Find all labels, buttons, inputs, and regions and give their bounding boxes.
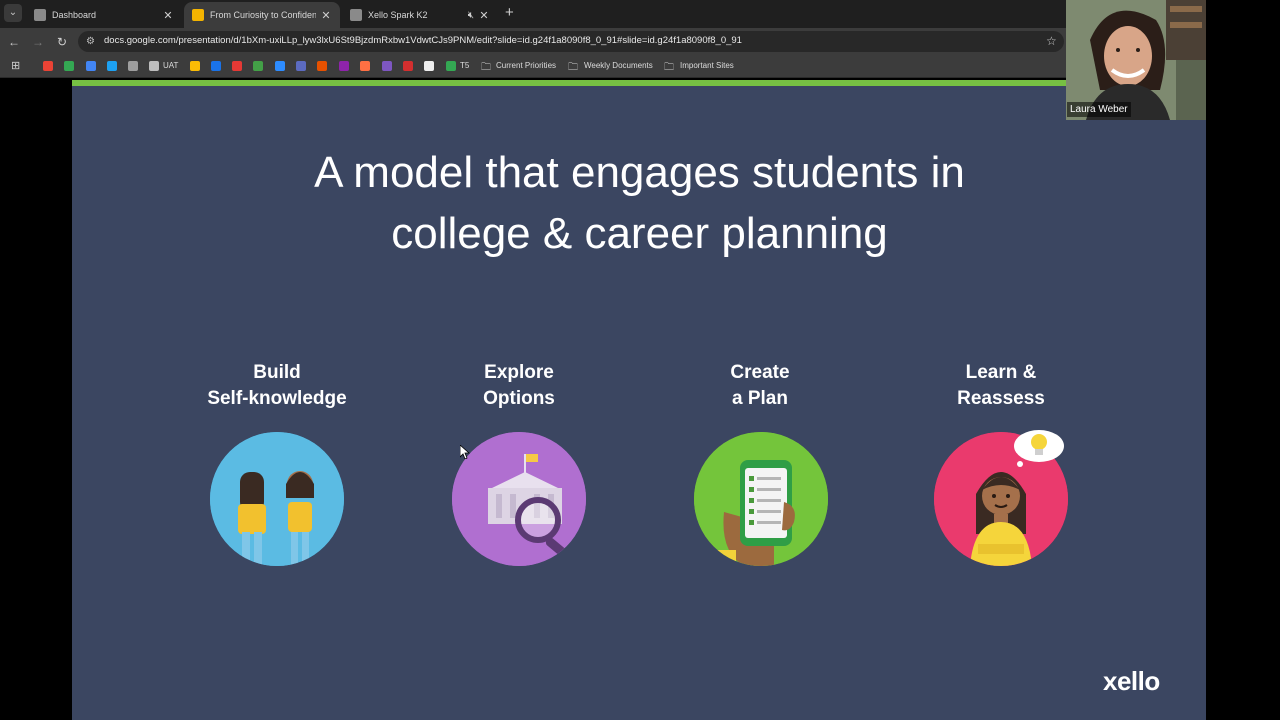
mute-tab-icon[interactable]: 🔇︎: [468, 10, 474, 21]
uat-bookmark-label[interactable]: UAT: [163, 61, 178, 70]
forward-arrow-icon[interactable]: →: [30, 34, 46, 50]
cloud-bookmark-icon[interactable]: [107, 61, 117, 71]
step-learn-and-reassess: Learn & Reassess: [881, 360, 1121, 412]
bookmark-folder-current-priorities[interactable]: Current Priorities: [496, 61, 556, 70]
close-tab-icon[interactable]: ✕: [162, 9, 174, 22]
calendar-bookmark-icon[interactable]: [86, 61, 96, 71]
white-bookmark-icon[interactable]: [424, 61, 434, 71]
t5-drive-bookmark-icon[interactable]: [446, 61, 456, 71]
uat-bookmark-icon[interactable]: [149, 61, 159, 71]
blue-bookmark-icon[interactable]: [296, 61, 306, 71]
tab-label: Xello Spark K2: [368, 10, 428, 20]
youtube-bookmark-icon[interactable]: [232, 61, 242, 71]
step-build-self-knowledge: Build Self-knowledge: [157, 360, 397, 412]
slides-favicon-icon: [192, 9, 204, 21]
tab-dashboard[interactable]: Dashboard ✕: [26, 2, 182, 28]
browser-toolbar: ← → ↻ ⚙ docs.google.com/presentation/d/1…: [0, 28, 1066, 55]
tab-xello-spark[interactable]: Xello Spark K2 🔇︎ ✕: [342, 2, 498, 28]
purple-bookmark-icon[interactable]: [339, 61, 349, 71]
folder-icon: 🗀: [481, 62, 491, 73]
close-tab-icon[interactable]: ✕: [320, 9, 332, 22]
step-label: Build Self-knowledge: [207, 362, 347, 409]
k-bookmark-icon[interactable]: [211, 61, 221, 71]
apps-grid-icon[interactable]: ⊞: [11, 60, 23, 72]
shield-bookmark-icon[interactable]: [382, 61, 392, 71]
step-create-a-plan: Create a Plan: [640, 360, 880, 412]
chrome-bookmark-icon[interactable]: [190, 61, 200, 71]
video-call-tile: Laura Weber: [1066, 0, 1206, 120]
tab-slides[interactable]: From Curiosity to Confidence: E ✕: [184, 2, 340, 28]
step-label: Learn & Reassess: [957, 362, 1045, 409]
tab-search-chevron-icon[interactable]: ⌄: [4, 4, 22, 22]
tab-label: From Curiosity to Confidence: E: [210, 10, 316, 20]
lightbulb-thought-bubble-icon: [1014, 430, 1064, 467]
slide-title-line-2: college & career planning: [391, 209, 888, 258]
step-label: Create a Plan: [730, 362, 790, 409]
slide-title: A model that engages students in college…: [72, 142, 1207, 264]
new-tab-plus-icon[interactable]: +: [505, 5, 514, 21]
url-text[interactable]: docs.google.com/presentation/d/1bXm-uxiL…: [104, 35, 742, 46]
doc-bookmark-icon[interactable]: [128, 61, 138, 71]
t5-bookmark-label[interactable]: T5: [460, 61, 469, 70]
students-icon: [210, 432, 344, 566]
zapier-bookmark-icon[interactable]: [360, 61, 370, 71]
mouse-cursor-icon: [460, 445, 470, 459]
bookmark-folder-important-sites[interactable]: Important Sites: [680, 61, 734, 70]
address-bar[interactable]: ⚙ docs.google.com/presentation/d/1bXm-ux…: [78, 31, 1064, 52]
bookmark-star-icon[interactable]: ☆: [1046, 34, 1057, 48]
back-arrow-icon[interactable]: ←: [6, 34, 22, 50]
orange-bookmark-icon[interactable]: [317, 61, 327, 71]
red-bookmark-icon[interactable]: [403, 61, 413, 71]
slide-title-line-1: A model that engages students in: [314, 148, 965, 197]
green-bookmark-icon[interactable]: [253, 61, 263, 71]
step-explore-options: Explore Options: [399, 360, 639, 412]
close-tab-icon[interactable]: ✕: [478, 9, 490, 22]
phone-checklist-icon: [694, 432, 828, 566]
gmail-bookmark-icon[interactable]: [43, 61, 53, 71]
bookmark-folder-weekly-documents[interactable]: Weekly Documents: [584, 61, 653, 70]
screen-margin: [1206, 0, 1280, 720]
xello-logo: xello: [1103, 666, 1160, 696]
step-label: Explore Options: [483, 362, 555, 409]
presentation-slide: A model that engages students in college…: [72, 86, 1207, 720]
reload-icon[interactable]: ↻: [54, 34, 70, 50]
folder-icon: 🗀: [568, 62, 578, 73]
tab-label: Dashboard: [52, 10, 97, 20]
site-info-icon[interactable]: ⚙: [86, 36, 97, 47]
folder-icon: 🗀: [664, 62, 674, 73]
drive-bookmark-icon[interactable]: [64, 61, 74, 71]
dashboard-favicon-icon: [34, 9, 46, 21]
zoom-bookmark-icon[interactable]: [275, 61, 285, 71]
bookmarks-bar: ⊞ UAT T5 🗀 Current Priorities 🗀 Weekly D…: [0, 55, 1066, 78]
xello-favicon-icon: [350, 9, 362, 21]
college-search-icon: [452, 432, 586, 566]
participant-name: Laura Weber: [1067, 102, 1131, 117]
